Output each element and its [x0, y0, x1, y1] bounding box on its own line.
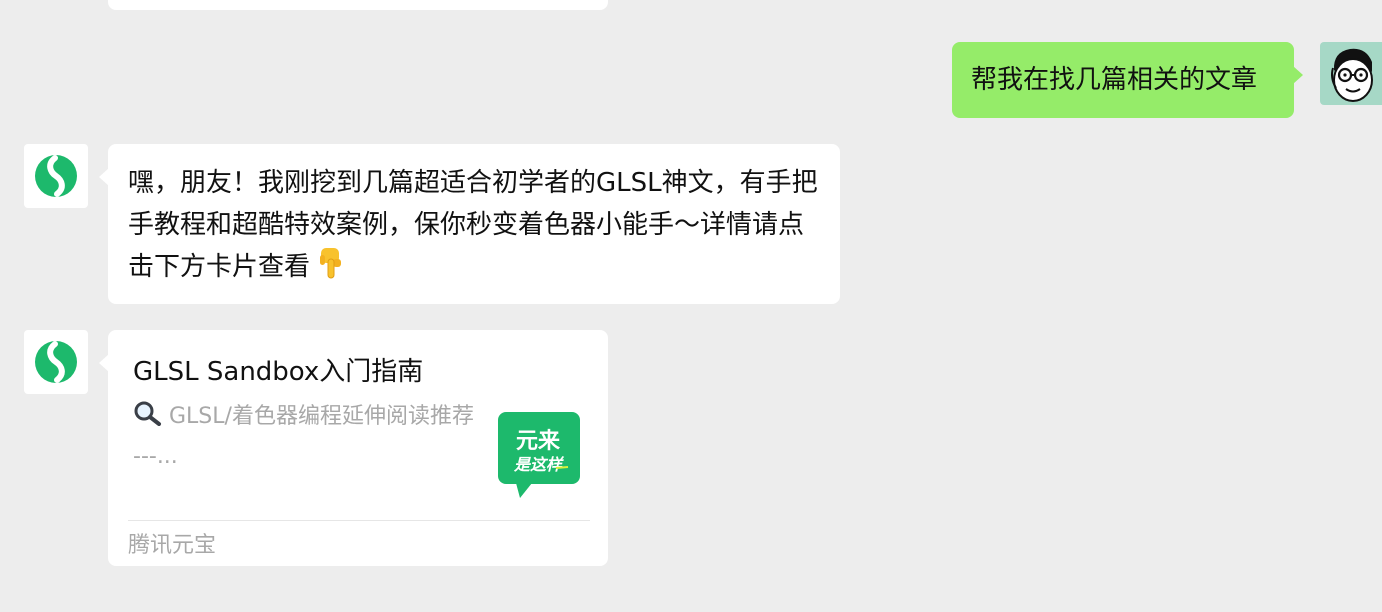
bot-avatar[interactable]	[24, 144, 88, 208]
bubble-tail	[99, 354, 109, 372]
article-card[interactable]: GLSL Sandbox入门指南 GLSL/着色器编程延伸阅读推荐 ---...…	[99, 330, 608, 566]
article-card-title: GLSL Sandbox入门指南	[133, 357, 424, 387]
bot-message-text: 嘿，朋友！我刚挖到几篇超适合初学者的GLSL神文，有手把手教程和超酷特效案例，保…	[128, 168, 818, 282]
magnifying-glass-icon	[133, 400, 163, 438]
bubble-tail	[99, 168, 109, 186]
card-divider	[128, 520, 590, 521]
bot-message-bubble[interactable]: 嘿，朋友！我刚挖到几篇超适合初学者的GLSL神文，有手把手教程和超酷特效案例，保…	[99, 144, 840, 304]
thumbnail-line1: 元来	[516, 429, 561, 454]
article-card-description-text: GLSL/着色器编程延伸阅读推荐 ---...	[133, 404, 474, 469]
yuanbao-logo-icon	[35, 341, 77, 383]
previous-message-bubble	[108, 0, 608, 10]
bubble-tail	[1293, 66, 1303, 84]
article-card-thumbnail: 元来 是这样	[496, 410, 584, 500]
yuanbao-logo-icon	[35, 155, 77, 197]
yuanbao-thumbnail-icon: 元来 是这样	[498, 412, 580, 498]
user-avatar[interactable]	[1320, 42, 1382, 105]
bot-avatar[interactable]	[24, 330, 88, 394]
article-card-source[interactable]: 腾讯元宝	[128, 529, 216, 563]
pointing-down-icon	[318, 247, 344, 292]
thumbnail-line2: 是这样	[513, 455, 565, 474]
cartoon-face-icon	[1331, 48, 1373, 102]
article-card-description: GLSL/着色器编程延伸阅读推荐 ---...	[133, 398, 478, 475]
user-message-bubble[interactable]: 帮我在找几篇相关的文章	[952, 42, 1303, 118]
user-message-text: 帮我在找几篇相关的文章	[971, 65, 1258, 95]
